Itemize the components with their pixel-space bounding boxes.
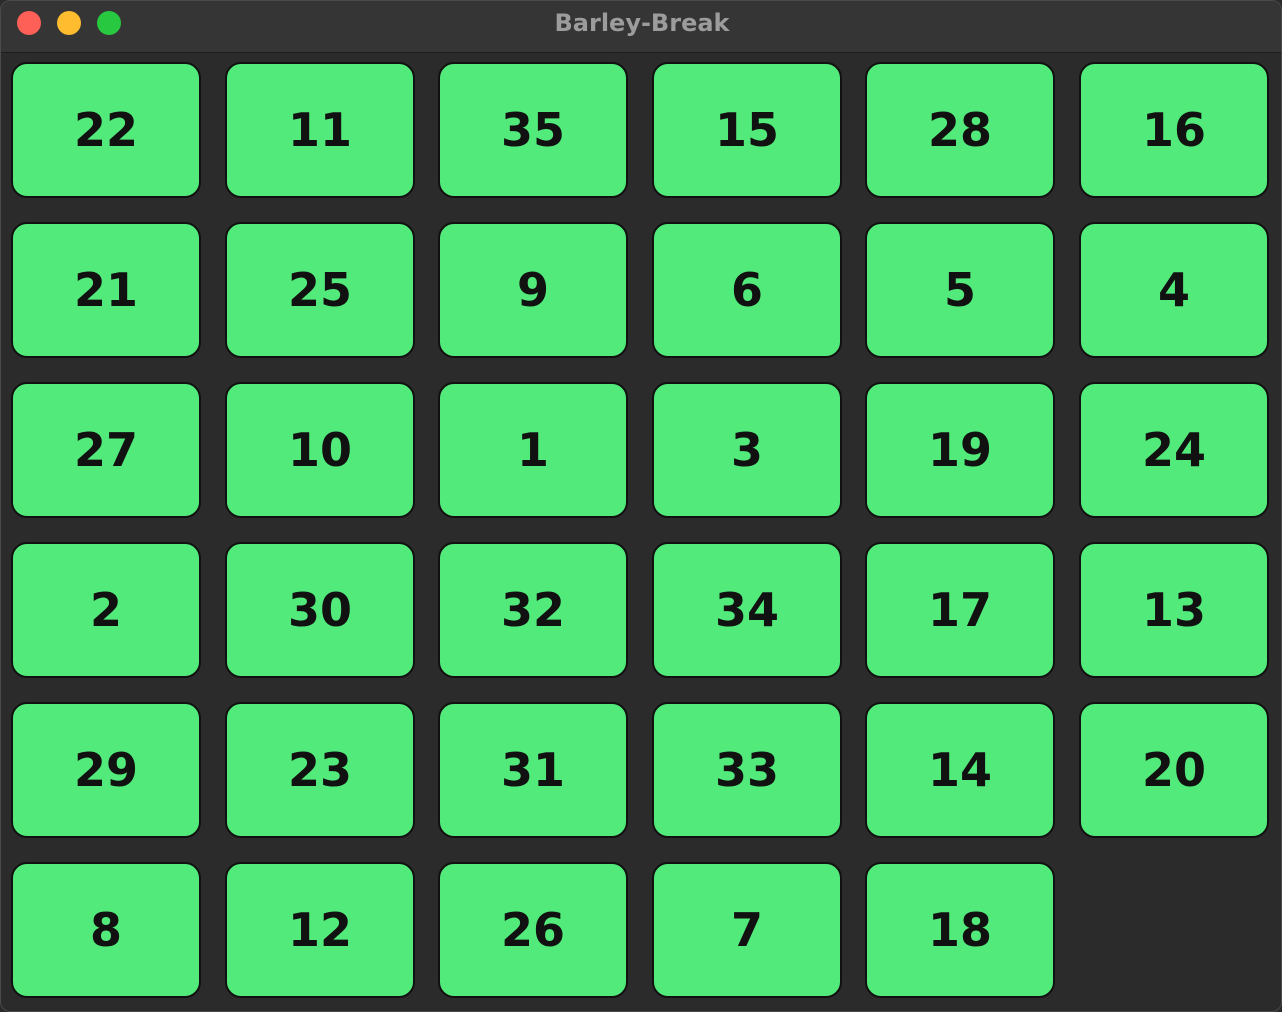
title-bar[interactable]: Barley-Break — [1, 1, 1281, 53]
puzzle-tile[interactable]: 17 — [865, 542, 1055, 678]
puzzle-tile[interactable]: 32 — [438, 542, 628, 678]
puzzle-tile[interactable]: 28 — [865, 62, 1055, 198]
puzzle-tile[interactable]: 7 — [652, 862, 842, 998]
puzzle-tile[interactable]: 21 — [11, 222, 201, 358]
puzzle-tile[interactable]: 10 — [225, 382, 415, 518]
puzzle-tile[interactable]: 33 — [652, 702, 842, 838]
puzzle-tile[interactable]: 2 — [11, 542, 201, 678]
puzzle-tile[interactable]: 24 — [1079, 382, 1269, 518]
puzzle-tile[interactable]: 9 — [438, 222, 628, 358]
puzzle-tile[interactable]: 11 — [225, 62, 415, 198]
puzzle-tile[interactable]: 30 — [225, 542, 415, 678]
puzzle-tile[interactable]: 19 — [865, 382, 1055, 518]
puzzle-tile[interactable]: 20 — [1079, 702, 1269, 838]
window-title: Barley-Break — [554, 9, 730, 37]
puzzle-tile[interactable]: 13 — [1079, 542, 1269, 678]
puzzle-tile[interactable]: 5 — [865, 222, 1055, 358]
puzzle-tile[interactable]: 4 — [1079, 222, 1269, 358]
puzzle-board: 22 11 35 15 28 16 21 25 9 6 5 4 27 10 1 3 19 24 2 30 32 34 17 1… — [1, 53, 1281, 1011]
puzzle-tile[interactable]: 35 — [438, 62, 628, 198]
puzzle-tile[interactable]: 16 — [1079, 62, 1269, 198]
puzzle-tile[interactable]: 1 — [438, 382, 628, 518]
puzzle-tile[interactable]: 18 — [865, 862, 1055, 998]
puzzle-tile[interactable]: 12 — [225, 862, 415, 998]
puzzle-tile[interactable]: 29 — [11, 702, 201, 838]
puzzle-tile[interactable]: 14 — [865, 702, 1055, 838]
puzzle-tile[interactable]: 31 — [438, 702, 628, 838]
puzzle-tile[interactable]: 3 — [652, 382, 842, 518]
puzzle-tile[interactable]: 27 — [11, 382, 201, 518]
puzzle-tile[interactable]: 23 — [225, 702, 415, 838]
puzzle-tile[interactable]: 25 — [225, 222, 415, 358]
puzzle-tile[interactable]: 6 — [652, 222, 842, 358]
puzzle-tile[interactable]: 26 — [438, 862, 628, 998]
empty-slot — [1079, 862, 1269, 998]
puzzle-tile[interactable]: 8 — [11, 862, 201, 998]
app-window: Barley-Break 22 11 35 15 28 16 21 25 9 6 5 4 27 10 1 3 1… — [0, 0, 1282, 1012]
puzzle-tile[interactable]: 22 — [11, 62, 201, 198]
puzzle-tile[interactable]: 15 — [652, 62, 842, 198]
puzzle-tile[interactable]: 34 — [652, 542, 842, 678]
